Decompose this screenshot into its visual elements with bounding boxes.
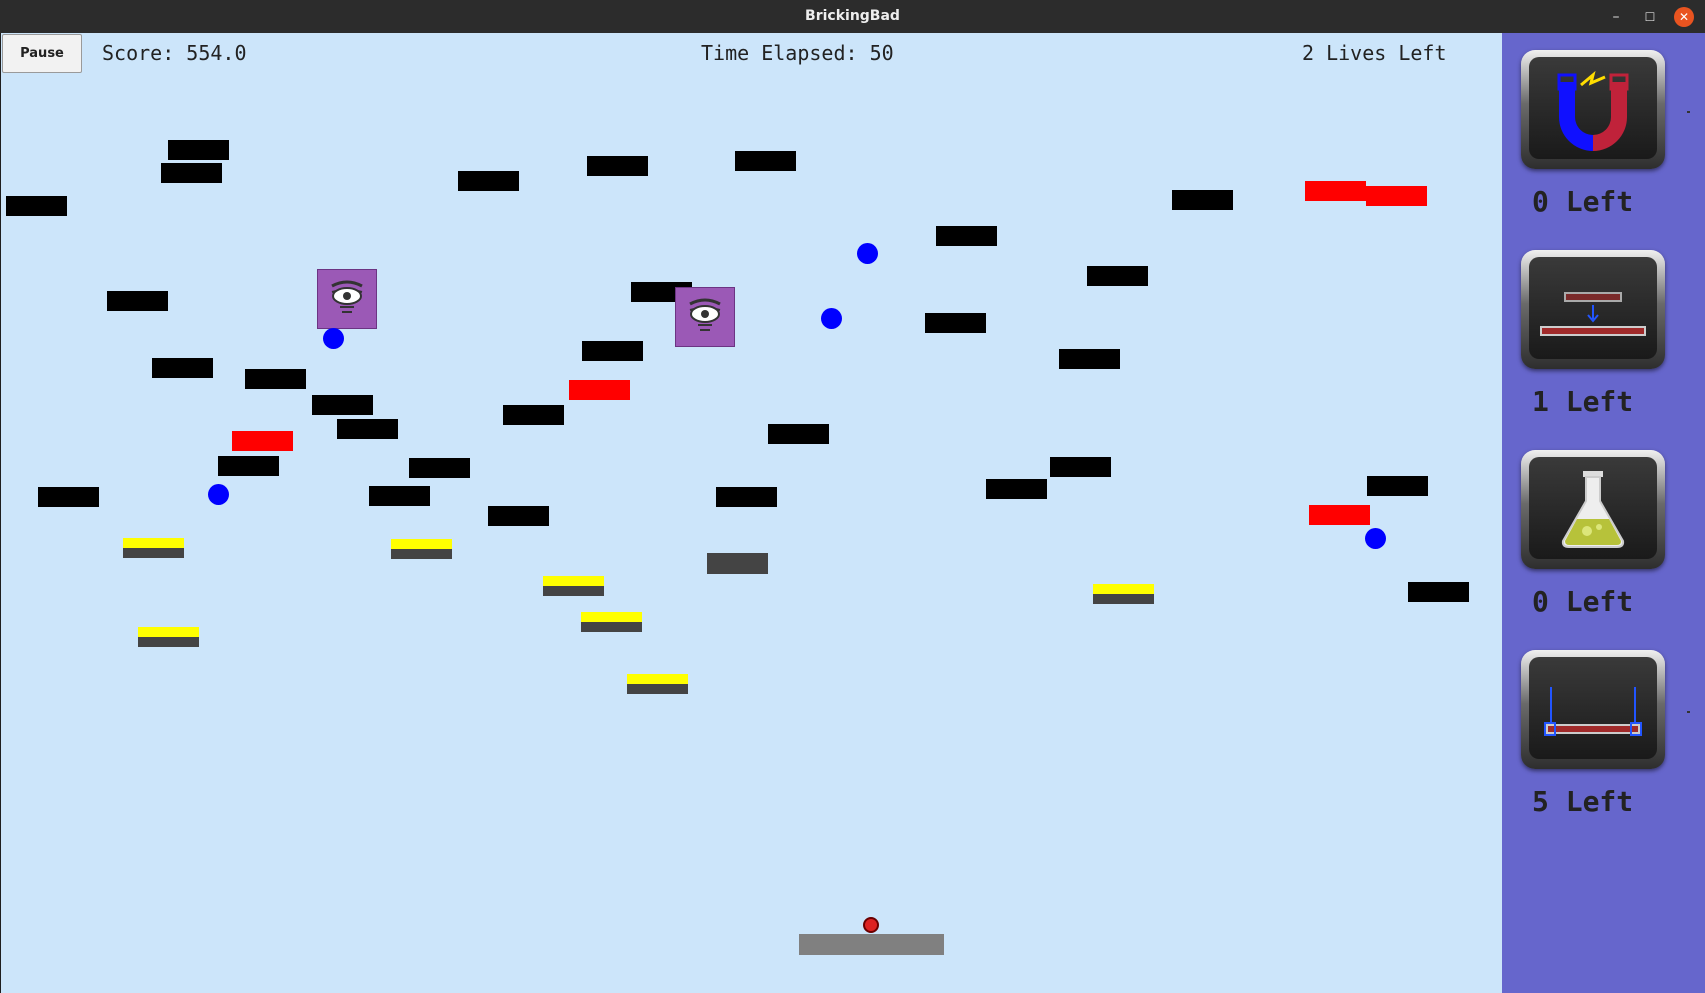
simple-brick: [312, 395, 373, 415]
red-brick: [1305, 181, 1366, 201]
simple-brick: [768, 424, 829, 444]
simple-brick: [925, 313, 986, 333]
simple-brick: [152, 358, 213, 378]
magnet-count: 0 Left: [1532, 185, 1634, 218]
simple-brick: [735, 151, 796, 171]
simple-brick: [38, 487, 99, 507]
paddle-expand-icon: [1529, 257, 1657, 359]
simple-brick: [107, 291, 168, 311]
minimize-icon[interactable]: –: [1606, 7, 1626, 27]
pause-button[interactable]: Pause: [2, 34, 82, 73]
red-brick: [1309, 505, 1370, 525]
laser-paddle-powerup-button[interactable]: [1521, 650, 1665, 769]
lives-label: 2 Lives Left: [1302, 41, 1447, 65]
paddle-expansion-powerup-button[interactable]: [1521, 250, 1665, 369]
laser-paddle-icon-graphic: [1544, 687, 1642, 736]
divider-dot: [1687, 711, 1690, 713]
simple-brick: [716, 487, 777, 507]
enemy-projectile: [323, 328, 344, 349]
window-titlebar: BrickingBad – ☐ ✕: [0, 0, 1705, 33]
half-metal-brick: [391, 539, 452, 559]
divider-dot: [1687, 111, 1690, 113]
enemy-projectile: [821, 308, 842, 329]
simple-brick: [1059, 349, 1120, 369]
simple-brick: [6, 196, 67, 216]
red-brick: [232, 431, 293, 451]
enemy-projectile: [208, 484, 229, 505]
flask-icon: [1529, 457, 1657, 559]
metal-brick: [707, 553, 768, 574]
simple-brick: [168, 140, 229, 160]
powerup-sidebar: 0 Left 1 Left 0 Left 5 Left: [1502, 33, 1705, 993]
simple-brick: [1367, 476, 1428, 496]
enemy-brick: [675, 287, 735, 347]
simple-brick: [1408, 582, 1469, 602]
magnet-icon-graphic: [1557, 70, 1629, 151]
cyclops-face-icon: [331, 280, 363, 313]
close-icon[interactable]: ✕: [1674, 7, 1694, 27]
simple-brick: [409, 458, 470, 478]
magnet-icon: [1529, 57, 1657, 159]
simple-brick: [161, 163, 222, 183]
window-title: BrickingBad: [805, 8, 900, 24]
simple-brick: [1172, 190, 1233, 210]
simple-brick: [369, 486, 430, 506]
simple-brick: [587, 156, 648, 176]
game-area[interactable]: Pause Score: 554.0 Time Elapsed: 50 2 Li…: [1, 33, 1502, 993]
enemy-projectile: [857, 243, 878, 264]
paddle-expansion-count: 1 Left: [1532, 385, 1634, 418]
maximize-icon[interactable]: ☐: [1640, 7, 1660, 27]
score-label: Score: 554.0: [102, 41, 247, 65]
simple-brick: [245, 369, 306, 389]
chemical-ball-count: 0 Left: [1532, 585, 1634, 618]
cyclops-face-icon: [689, 298, 721, 331]
laser-paddle-icon: [1529, 657, 1657, 759]
half-metal-brick: [543, 576, 604, 596]
simple-brick: [488, 506, 549, 526]
simple-brick: [986, 479, 1047, 499]
half-metal-brick: [138, 627, 199, 647]
player-ball: [863, 917, 879, 933]
laser-paddle-count: 5 Left: [1532, 785, 1634, 818]
chemical-ball-powerup-button[interactable]: [1521, 450, 1665, 569]
simple-brick: [1087, 266, 1148, 286]
half-metal-brick: [1093, 584, 1154, 604]
red-brick: [569, 380, 630, 400]
half-metal-brick: [123, 538, 184, 558]
half-metal-brick: [581, 612, 642, 632]
time-elapsed-label: Time Elapsed: 50: [701, 41, 894, 65]
magnet-powerup-button[interactable]: [1521, 50, 1665, 169]
red-brick: [1366, 186, 1427, 206]
simple-brick: [503, 405, 564, 425]
paddle-expand-icon-graphic: [1540, 292, 1646, 336]
simple-brick: [936, 226, 997, 246]
enemy-projectile: [1365, 528, 1386, 549]
simple-brick: [458, 171, 519, 191]
simple-brick: [1050, 457, 1111, 477]
simple-brick: [337, 419, 398, 439]
half-metal-brick: [627, 674, 688, 694]
flask-icon-graphic: [1561, 471, 1625, 548]
simple-brick: [582, 341, 643, 361]
paddle[interactable]: [799, 934, 944, 955]
enemy-brick: [317, 269, 377, 329]
simple-brick: [218, 456, 279, 476]
